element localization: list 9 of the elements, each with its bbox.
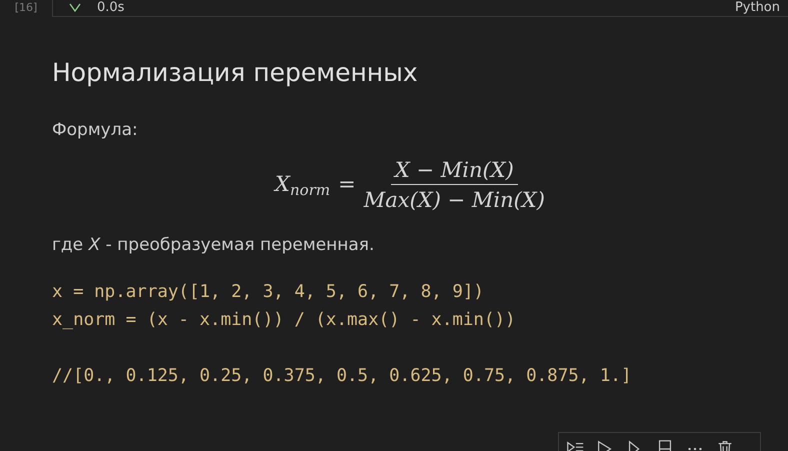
language-label: Python <box>734 0 780 15</box>
code-line: //[0., 0.125, 0.25, 0.375, 0.5, 0.625, 0.75, 0.875, 1.] <box>52 365 632 388</box>
duration-text: 0.0s <box>97 0 124 15</box>
heading: Нормализация переменных <box>52 58 419 88</box>
execution-count: [16] <box>14 0 38 16</box>
description-text: где X - преобразуемая переменная. <box>52 234 376 256</box>
code-line: x = np.array([1, 2, 3, 4, 5, 6, 7, 8, 9]) <box>52 281 485 304</box>
formula-label: Формула: <box>52 119 139 142</box>
code-line: x_norm = (x - x.min()) / (x.max() - x.min()) <box>52 309 517 332</box>
